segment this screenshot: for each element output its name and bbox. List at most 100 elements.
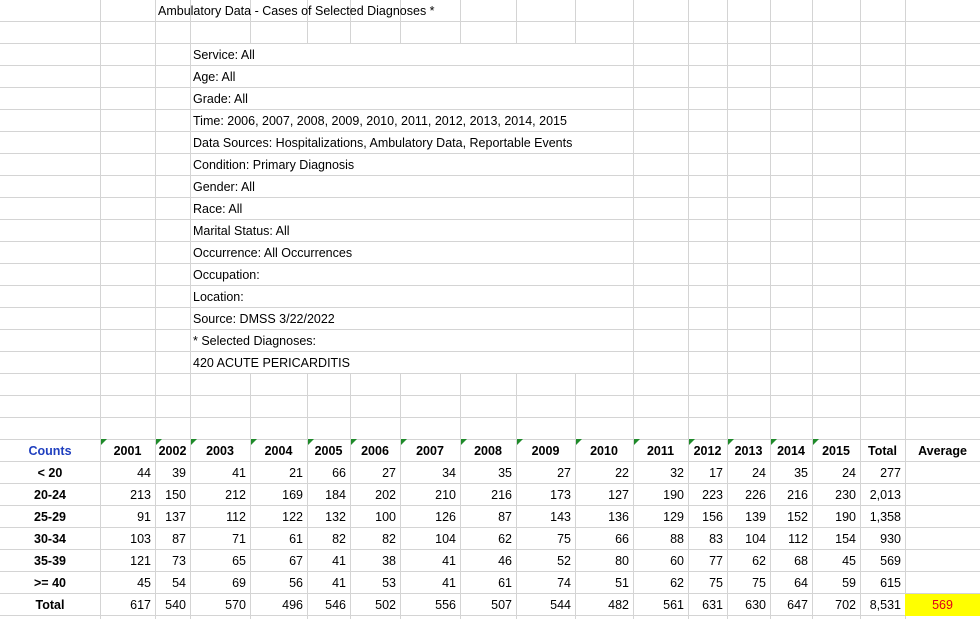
data-cell[interactable]: 64 bbox=[770, 572, 812, 594]
data-cell[interactable]: 210 bbox=[400, 484, 460, 506]
data-cell[interactable]: 62 bbox=[460, 528, 516, 550]
data-cell[interactable]: 62 bbox=[633, 572, 688, 594]
data-cell[interactable]: 561 bbox=[633, 594, 688, 616]
data-cell[interactable]: 80 bbox=[575, 550, 633, 572]
data-cell[interactable]: 556 bbox=[400, 594, 460, 616]
data-cell[interactable]: 631 bbox=[688, 594, 727, 616]
data-cell[interactable]: 59 bbox=[812, 572, 860, 594]
data-cell[interactable]: 544 bbox=[516, 594, 575, 616]
data-cell[interactable]: 34 bbox=[400, 462, 460, 484]
data-cell[interactable]: 27 bbox=[516, 462, 575, 484]
data-cell[interactable]: 41 bbox=[307, 572, 350, 594]
total-header[interactable]: Total bbox=[860, 440, 905, 462]
filter-line[interactable]: Age: All bbox=[190, 66, 235, 88]
data-cell[interactable]: 41 bbox=[190, 462, 250, 484]
data-cell[interactable]: 87 bbox=[460, 506, 516, 528]
data-cell[interactable]: 143 bbox=[516, 506, 575, 528]
data-cell[interactable]: 112 bbox=[770, 528, 812, 550]
filter-line[interactable]: Gender: All bbox=[190, 176, 255, 198]
data-cell[interactable]: 68 bbox=[770, 550, 812, 572]
data-cell[interactable]: 190 bbox=[633, 484, 688, 506]
data-cell[interactable]: 45 bbox=[812, 550, 860, 572]
data-cell[interactable]: 35 bbox=[460, 462, 516, 484]
data-cell[interactable]: 61 bbox=[460, 572, 516, 594]
data-cell[interactable]: 496 bbox=[250, 594, 307, 616]
data-cell[interactable]: 38 bbox=[350, 550, 400, 572]
year-header[interactable]: 2015 bbox=[812, 440, 860, 462]
data-cell[interactable]: 60 bbox=[633, 550, 688, 572]
data-cell[interactable]: 502 bbox=[350, 594, 400, 616]
data-cell[interactable]: 112 bbox=[190, 506, 250, 528]
data-cell[interactable]: 184 bbox=[307, 484, 350, 506]
data-cell[interactable]: 100 bbox=[350, 506, 400, 528]
data-cell[interactable]: 91 bbox=[100, 506, 155, 528]
data-cell[interactable]: 103 bbox=[100, 528, 155, 550]
data-cell[interactable]: 122 bbox=[250, 506, 307, 528]
filter-line[interactable]: Time: 2006, 2007, 2008, 2009, 2010, 2011… bbox=[190, 110, 567, 132]
year-header[interactable]: 2009 bbox=[516, 440, 575, 462]
data-cell[interactable]: 75 bbox=[516, 528, 575, 550]
year-header[interactable]: 2004 bbox=[250, 440, 307, 462]
data-cell[interactable]: 45 bbox=[100, 572, 155, 594]
row-total-cell[interactable]: 569 bbox=[860, 550, 905, 572]
row-label[interactable]: 30-34 bbox=[0, 528, 100, 550]
data-cell[interactable]: 213 bbox=[100, 484, 155, 506]
filter-line[interactable]: Race: All bbox=[190, 198, 242, 220]
data-cell[interactable]: 83 bbox=[688, 528, 727, 550]
data-cell[interactable]: 617 bbox=[100, 594, 155, 616]
data-cell[interactable]: 41 bbox=[307, 550, 350, 572]
row-total-cell[interactable]: 277 bbox=[860, 462, 905, 484]
data-cell[interactable]: 77 bbox=[688, 550, 727, 572]
year-header[interactable]: 2008 bbox=[460, 440, 516, 462]
row-total-cell[interactable]: 2,013 bbox=[860, 484, 905, 506]
data-cell[interactable]: 226 bbox=[727, 484, 770, 506]
filter-line[interactable]: Location: bbox=[190, 286, 244, 308]
data-cell[interactable]: 230 bbox=[812, 484, 860, 506]
data-cell[interactable]: 53 bbox=[350, 572, 400, 594]
data-cell[interactable]: 129 bbox=[633, 506, 688, 528]
data-cell[interactable]: 647 bbox=[770, 594, 812, 616]
data-cell[interactable]: 66 bbox=[575, 528, 633, 550]
data-cell[interactable]: 216 bbox=[460, 484, 516, 506]
data-cell[interactable]: 66 bbox=[307, 462, 350, 484]
data-cell[interactable]: 22 bbox=[575, 462, 633, 484]
year-header[interactable]: 2003 bbox=[190, 440, 250, 462]
row-label[interactable]: 35-39 bbox=[0, 550, 100, 572]
data-cell[interactable]: 482 bbox=[575, 594, 633, 616]
data-cell[interactable]: 61 bbox=[250, 528, 307, 550]
row-label[interactable]: 20-24 bbox=[0, 484, 100, 506]
counts-header[interactable]: Counts bbox=[0, 440, 100, 462]
row-label[interactable]: 25-29 bbox=[0, 506, 100, 528]
data-cell[interactable]: 75 bbox=[688, 572, 727, 594]
data-cell[interactable]: 32 bbox=[633, 462, 688, 484]
row-label[interactable]: < 20 bbox=[0, 462, 100, 484]
data-cell[interactable]: 104 bbox=[727, 528, 770, 550]
filter-line[interactable]: Service: All bbox=[190, 44, 255, 66]
data-cell[interactable]: 570 bbox=[190, 594, 250, 616]
data-cell[interactable]: 540 bbox=[155, 594, 190, 616]
data-cell[interactable]: 136 bbox=[575, 506, 633, 528]
data-cell[interactable]: 41 bbox=[400, 572, 460, 594]
data-cell[interactable]: 88 bbox=[633, 528, 688, 550]
data-cell[interactable]: 152 bbox=[770, 506, 812, 528]
data-cell[interactable]: 71 bbox=[190, 528, 250, 550]
data-cell[interactable]: 51 bbox=[575, 572, 633, 594]
data-cell[interactable]: 132 bbox=[307, 506, 350, 528]
data-cell[interactable]: 82 bbox=[307, 528, 350, 550]
filter-line[interactable]: Marital Status: All bbox=[190, 220, 290, 242]
row-total-cell[interactable]: 930 bbox=[860, 528, 905, 550]
data-cell[interactable]: 137 bbox=[155, 506, 190, 528]
data-cell[interactable]: 127 bbox=[575, 484, 633, 506]
data-cell[interactable]: 150 bbox=[155, 484, 190, 506]
filter-line[interactable]: Occupation: bbox=[190, 264, 260, 286]
data-cell[interactable]: 69 bbox=[190, 572, 250, 594]
data-cell[interactable]: 56 bbox=[250, 572, 307, 594]
year-header[interactable]: 2010 bbox=[575, 440, 633, 462]
year-header[interactable]: 2001 bbox=[100, 440, 155, 462]
filter-line[interactable]: Data Sources: Hospitalizations, Ambulato… bbox=[190, 132, 572, 154]
filter-line[interactable]: 420 ACUTE PERICARDITIS bbox=[190, 352, 350, 374]
average-header[interactable]: Average bbox=[905, 440, 980, 462]
sheet-title[interactable]: Ambulatory Data - Cases of Selected Diag… bbox=[155, 0, 555, 22]
data-cell[interactable]: 223 bbox=[688, 484, 727, 506]
data-cell[interactable]: 67 bbox=[250, 550, 307, 572]
